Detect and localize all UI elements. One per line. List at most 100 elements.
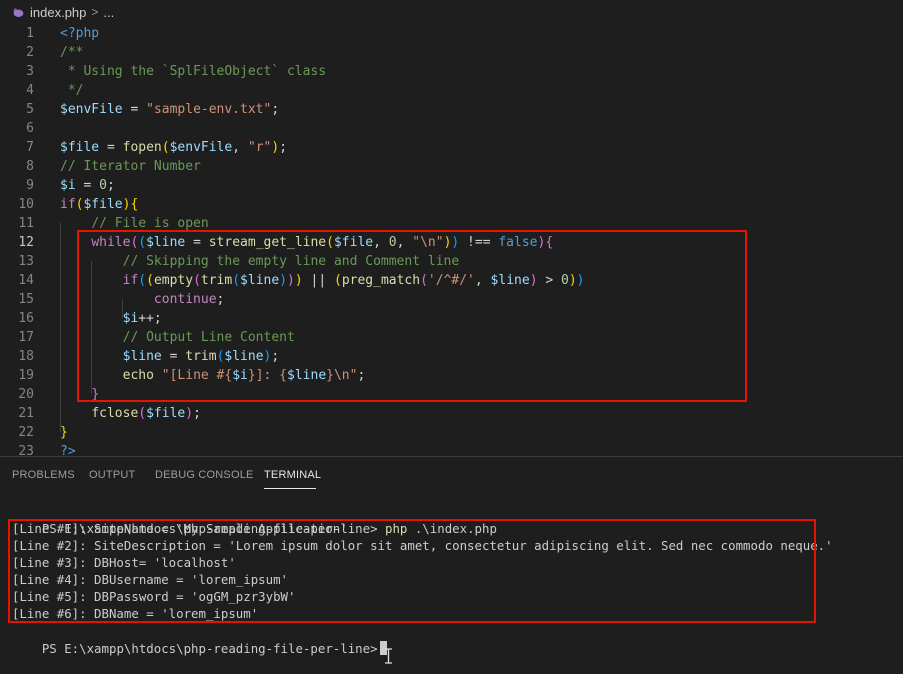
code-line: 7 $file = fopen($envFile, "r"); [0, 138, 903, 157]
breadcrumb-more[interactable]: ... [103, 5, 114, 20]
output-highlight-box [8, 519, 816, 623]
code-text: } [60, 423, 68, 442]
code-token: $file [60, 140, 100, 155]
code-token: $i [60, 178, 76, 193]
code-text: */ [60, 81, 84, 100]
code-token: * Using the `SplFileObject` class [60, 64, 327, 79]
line-number: 19 [18, 368, 34, 383]
tab-debug-console[interactable]: DEBUG CONSOLE [155, 469, 254, 481]
line-number: 5 [26, 102, 34, 117]
code-token: $envFile [60, 102, 123, 117]
line-number: 3 [26, 64, 34, 79]
code-line: 4 */ [0, 81, 903, 100]
code-text: * Using the `SplFileObject` class [60, 62, 326, 81]
code-token: ) [271, 140, 280, 155]
breadcrumb: index.php > ... [0, 0, 903, 24]
tab-terminal[interactable]: TERMINAL [264, 469, 321, 481]
code-token: ( [161, 140, 170, 155]
active-tab-indicator [264, 488, 316, 489]
line-number: 16 [18, 311, 34, 326]
code-token: { [130, 197, 139, 212]
code-token: $envFile [169, 140, 233, 155]
code-line: 21 fclose($file); [0, 404, 903, 423]
code-token: if [60, 197, 76, 212]
code-token: ) [185, 406, 194, 421]
code-token: // File is open [91, 216, 209, 231]
code-line: 3 * Using the `SplFileObject` class [0, 62, 903, 81]
terminal-final-line: PS E:\xampp\htdocs\php-reading-file-per-… [12, 623, 387, 656]
code-token: $file [146, 406, 186, 421]
line-number: 13 [18, 254, 34, 269]
code-token: } [60, 425, 68, 440]
line-number: 14 [18, 273, 34, 288]
code-token: ; [193, 406, 201, 421]
code-line: 10 if($file){ [0, 195, 903, 214]
code-token: "sample-env.txt" [146, 102, 272, 117]
code-text: /** [60, 43, 83, 62]
code-token: */ [60, 83, 84, 98]
code-token: , [232, 140, 248, 155]
text-cursor-icon [385, 648, 392, 664]
code-token: = [75, 178, 100, 193]
line-number: 22 [18, 425, 34, 440]
code-token: = [122, 102, 147, 117]
tab-problems[interactable]: PROBLEMS [12, 469, 75, 481]
terminal-final-prompt: PS E:\xampp\htdocs\php-reading-file-per-… [41, 641, 378, 656]
code-token: ; [106, 178, 115, 193]
php-file-icon [13, 7, 24, 17]
code-highlight-box [77, 230, 747, 402]
line-number: 2 [26, 45, 34, 60]
code-token: fclose [91, 406, 139, 421]
code-token: = [99, 140, 123, 155]
line-number: 15 [18, 292, 34, 307]
code-token: $file [83, 197, 123, 212]
line-number: 12 [18, 235, 34, 250]
code-token: ; [279, 140, 288, 155]
code-token: "r" [247, 140, 272, 155]
code-token: 0 [99, 178, 107, 193]
line-number: 7 [26, 140, 34, 155]
line-number: 4 [26, 83, 34, 98]
line-number: 20 [18, 387, 34, 402]
code-line: 6 [0, 119, 903, 138]
code-token: ; [271, 102, 280, 117]
code-text: <?php [60, 24, 99, 43]
code-text: // Iterator Number [60, 157, 201, 176]
line-number: 6 [26, 121, 34, 136]
line-number: 1 [26, 26, 34, 41]
code-line: 2 /** [0, 43, 903, 62]
line-number: 18 [18, 349, 34, 364]
line-number: 11 [18, 216, 34, 231]
code-token: <?php [60, 26, 100, 41]
code-text: if($file){ [60, 195, 138, 214]
code-line: 9 $i = 0; [0, 176, 903, 195]
line-number: 10 [18, 197, 34, 212]
code-line: 22} [0, 423, 903, 442]
line-number: 17 [18, 330, 34, 345]
code-text: $file = fopen($envFile, "r"); [60, 138, 287, 157]
code-text: $i = 0; [60, 176, 115, 195]
code-line: 23 ?> [0, 442, 903, 456]
code-line: 8 // Iterator Number [0, 157, 903, 176]
line-number: 23 [18, 444, 34, 456]
line-number: 8 [26, 159, 34, 174]
line-number: 9 [26, 178, 34, 193]
code-token: /** [60, 45, 84, 60]
code-token: // Iterator Number [60, 159, 201, 174]
tab-output[interactable]: OUTPUT [89, 469, 135, 481]
breadcrumb-file[interactable]: index.php [30, 5, 86, 20]
code-line: 1 <?php [0, 24, 903, 43]
panel-tabs: PROBLEMS OUTPUT DEBUG CONSOLE TERMINAL [0, 457, 903, 493]
chevron-right-icon: > [91, 5, 99, 19]
code-token: fopen [122, 140, 162, 155]
terminal-command-line: PS E:\xampp\htdocs\php-reading-file-per-… [12, 503, 497, 536]
code-line: 5 $envFile = "sample-env.txt"; [0, 100, 903, 119]
code-token: ( [138, 406, 147, 421]
line-number: 21 [18, 406, 34, 421]
code-text: fclose($file); [60, 404, 201, 423]
code-text: ?> [60, 442, 76, 456]
code-text: $envFile = "sample-env.txt"; [60, 100, 279, 119]
code-token: ?> [60, 444, 76, 456]
